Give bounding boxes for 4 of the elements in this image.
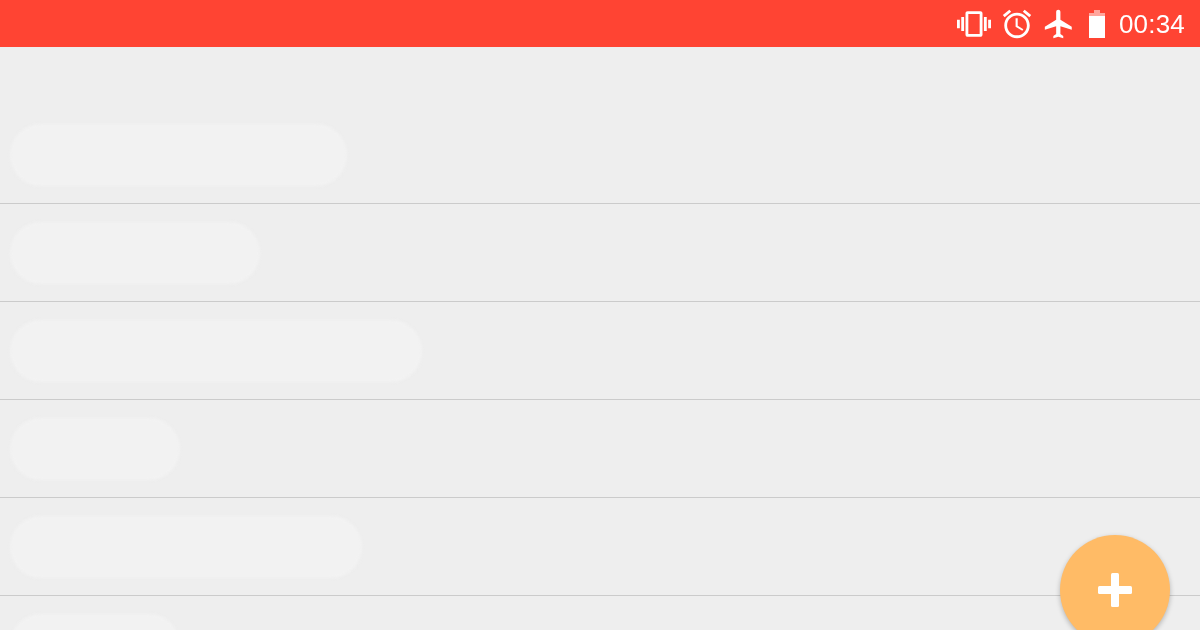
battery-icon (1088, 9, 1105, 38)
plus-icon (1098, 573, 1132, 607)
add-button[interactable] (1060, 535, 1170, 630)
status-time: 00:34 (1118, 8, 1185, 39)
